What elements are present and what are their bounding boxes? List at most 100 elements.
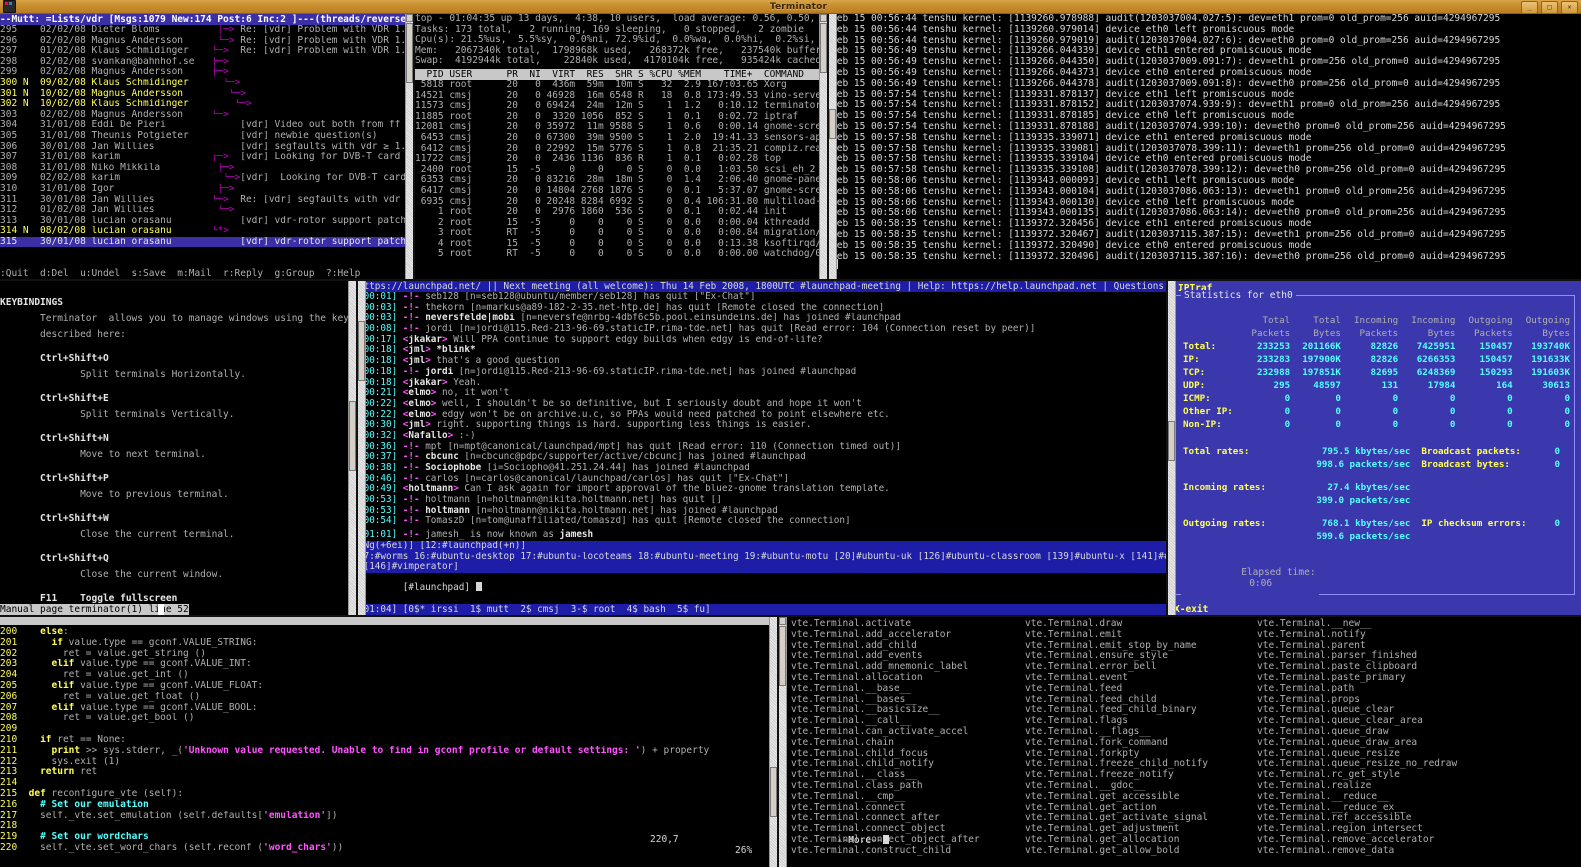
- mutt-thread-tree: └─>: [205, 46, 241, 57]
- man-line: Move to previous terminal.: [0, 489, 229, 500]
- table-row[interactable]: 299 02/02/08 Magnus Andersson ├─>: [0, 67, 413, 78]
- table-row[interactable]: 301 N 10/02/08 Magnus Andersson └─>: [0, 89, 413, 100]
- table-row[interactable]: 312 01/02/08 Jan Willies └─>: [0, 205, 413, 216]
- mutt-scrollbar[interactable]: [405, 14, 413, 279]
- table-row[interactable]: 310 31/01/08 Igor ├─>: [0, 184, 413, 195]
- code-line: 214: [0, 778, 777, 789]
- maximize-button[interactable]: □: [1541, 1, 1558, 14]
- irc-line: [00:53] -!- holtmann [n=holtmann@nikita.…: [358, 506, 1166, 517]
- irc-message: :-): [453, 430, 476, 441]
- mutt-row-meta: 300 N 09/02/08 Klaus Schmidinger: [0, 77, 206, 88]
- irc-nick: jordi: [425, 366, 454, 377]
- mutt-mail-pane[interactable]: --Mutt: =Lists/vdr [Msgs:1079 New:174 Po…: [0, 14, 413, 279]
- iptraf-header-row-top: Total Total Incoming Incoming Outgoing Outgoi…: [1175, 314, 1574, 327]
- close-button[interactable]: ✕: [1561, 1, 1578, 14]
- mutt-thread-tree: └─>: [205, 35, 241, 46]
- table-row[interactable]: 297 01/02/08 Klaus Schmidinger └─> Re: […: [0, 46, 413, 57]
- mutt-thread-tree: └─>: [205, 99, 252, 110]
- cell-value: 0: [1449, 419, 1456, 430]
- table-row: 6417 cmsj 20 0 14804 2768 1876 S 0 0.1 5…: [415, 184, 827, 196]
- code-line: 200 else:: [0, 627, 777, 638]
- table-row[interactable]: 305 31/01/08 Theunis Potgieter [vdr] new…: [0, 131, 413, 142]
- table-row[interactable]: 309 02/02/08 karim └─>[vdr] Looking for …: [0, 173, 413, 184]
- table-row[interactable]: 315 30/01/08 lucian orasanu [vdr] vdr-ro…: [0, 236, 413, 248]
- irc-old-nick: jamesh_: [425, 529, 465, 541]
- cell-value: 0: [1392, 393, 1399, 404]
- editor-code[interactable]: 200 else: 201 if value.type == gconf.VALU…: [0, 625, 777, 854]
- table-row[interactable]: 300 N 09/02/08 Klaus Schmidinger └─>: [0, 78, 413, 89]
- top-process-pane[interactable]: top - 01:04:35 up 13 days, 4:38, 10 user…: [415, 14, 827, 279]
- table-row: Non-IP: 0 0 0 0 0 0: [1175, 418, 1574, 431]
- list-item: vte.Terminal.add_accelerator: [791, 628, 952, 640]
- cell-value: 7425951: [1416, 341, 1456, 352]
- irssi-cursor: [475, 582, 482, 591]
- column-header: Outgoing: [1525, 315, 1570, 326]
- mutt-row-meta: 298 02/02/08 svankan@bahnhof.se: [0, 56, 206, 67]
- cell-value: 6248369: [1416, 367, 1456, 378]
- list-item: vte.Terminal.__base__: [791, 682, 912, 694]
- mutt-subject: [vdr] vdr-rotor support patches for VDR-…: [240, 215, 413, 226]
- code-line: 203 elif value.type == gconf.VALUE_INT:: [0, 659, 777, 670]
- irssi-irc-pane[interactable]: https://launchpad.net/ || Next meeting (…: [358, 281, 1166, 615]
- man-line: [0, 463, 356, 471]
- iptraf-scrollbar[interactable]: [1168, 281, 1176, 615]
- pydoc-scrollbar[interactable]: [779, 617, 787, 867]
- window-titlebar[interactable]: Terminator _ □ ✕: [0, 0, 1581, 14]
- syslog-scrollbar[interactable]: [829, 14, 837, 279]
- irc-nick: jml: [408, 345, 426, 356]
- line-number: 202: [0, 648, 18, 659]
- minimize-button[interactable]: _: [1521, 1, 1538, 14]
- pydoc-column-1: vte.Terminal.activate vte.Terminal.add_ac…: [791, 618, 1025, 857]
- irc-message: no, it won't: [436, 388, 510, 399]
- column-header: Packets: [1359, 328, 1399, 339]
- table-row[interactable]: 295 02/02/08 Dieter Bloms │─> Re: [vdr] …: [0, 25, 413, 36]
- pydoc-more-prompt[interactable]: --More--: [791, 824, 889, 857]
- log-line: Feb 15 00:58:35 tenshu kernel: [1139372.…: [831, 239, 1312, 251]
- irssi-window-list[interactable]: [01:04] [0$* irssi 1$ mutt 2$ cmsj 3-$ r…: [358, 604, 1166, 615]
- table-row: Total rates: 795.5 kbytes/sec Broadcast pa…: [1175, 445, 1574, 458]
- table-row[interactable]: 307 31/01/08 karim ┌─> [vdr] Looking for…: [0, 152, 413, 163]
- code-text: elif value.type == gconf.VALUE_FLOAT:: [51, 680, 264, 691]
- table-row[interactable]: 298 02/02/08 svankan@bahnhof.se ├─>: [0, 57, 413, 68]
- mutt-subject: [vdr] segfaults with vdr ≥ 1.5.3 (fonts …: [240, 141, 413, 152]
- irc-event-body: [n=tom@unaffiliated/tomaszd] has quit [R…: [464, 516, 851, 527]
- table-row[interactable]: 311 30/01/08 Jan Willies └─> Re: [vdr] s…: [0, 195, 413, 206]
- iptraf-stats-box: Statistics for eth0 Total Total Incoming In…: [1174, 290, 1575, 600]
- cell-value: 233253: [1256, 341, 1291, 352]
- irc-nick-change-line: [01:01] -!- jamesh_ is now known as jame…: [358, 529, 1166, 541]
- mutt-subject: Re: [vdr] Problem with VDR 1.5.14 and FF: [240, 25, 413, 35]
- irc-line: [00:30] <jml> right. supporting things i…: [358, 420, 1166, 431]
- table-row[interactable]: 304 31/01/08 Eddi De Pieri [vdr] Video o…: [0, 120, 413, 131]
- irc-event-body: [n=jordi@115.Red-213-96-69.staticIP.rima…: [453, 366, 857, 377]
- iptraf-exit-hint[interactable]: X-exit: [1174, 604, 1208, 615]
- irc-line: [00:18] <jml> *blink*: [358, 345, 1166, 356]
- man-line: Close the current window.: [0, 569, 224, 580]
- table-row[interactable]: 302 N 10/02/08 Klaus Schmidinger └─>: [0, 99, 413, 110]
- cell-value: 0: [1335, 406, 1341, 417]
- top-scrollbar[interactable]: [819, 14, 827, 279]
- man-terminator-pane[interactable]: KEYBINDINGS Terminator allows you to man…: [0, 281, 356, 615]
- cell-value: 150293: [1479, 367, 1513, 378]
- table-row[interactable]: 313 30/01/08 lucian orasanu [vdr] vdr-ro…: [0, 216, 413, 227]
- mutt-row-meta: 314 N 08/02/08 lucian orasanu: [0, 226, 206, 237]
- iptraf-pane[interactable]: IPTraf Statistics for eth0 Total Total Inc…: [1168, 281, 1581, 615]
- table-row[interactable]: 303 02/02/08 Magnus Andersson └─>: [0, 110, 413, 121]
- cell-value: 0: [1564, 393, 1570, 404]
- table-row[interactable]: 314 N 08/02/08 lucian orasanu └*>: [0, 226, 413, 237]
- kernel-log-pane[interactable]: Feb 15 00:56:44 tenshu kernel: [1139260.…: [829, 14, 1581, 279]
- mutt-message-list[interactable]: 295 02/02/08 Dieter Bloms │─> Re: [vdr] …: [0, 25, 413, 248]
- irc-event-marker: -!-: [402, 324, 420, 335]
- table-row[interactable]: 308 31/01/08 Niko Mikkila ├─>: [0, 163, 413, 174]
- man-scrollbar[interactable]: [348, 281, 356, 615]
- code-text: ret = value.get_float (): [17, 691, 201, 702]
- table-row: IP: 233283 197900K 82826 6266353 150457 191633…: [1175, 353, 1574, 366]
- irssi-input-line[interactable]: [#launchpad]: [358, 571, 482, 604]
- table-row[interactable]: 296 02/02/08 Magnus Andersson └─> Re: [v…: [0, 36, 413, 47]
- man-line: [0, 423, 356, 431]
- table-row[interactable]: 306 30/01/08 Jan Willies [vdr] segfaults…: [0, 142, 413, 153]
- pydoc-vte-terminal-pane[interactable]: vte.Terminal.activate vte.Terminal.add_ac…: [779, 617, 1581, 867]
- irssi-scrollbar[interactable]: [358, 281, 366, 615]
- editor-scrollbar[interactable]: [769, 617, 777, 867]
- row-label: TCP:: [1183, 367, 1206, 378]
- vim-python-editor-pane[interactable]: 200 else: 201 if value.type == gconf.VALU…: [0, 617, 777, 867]
